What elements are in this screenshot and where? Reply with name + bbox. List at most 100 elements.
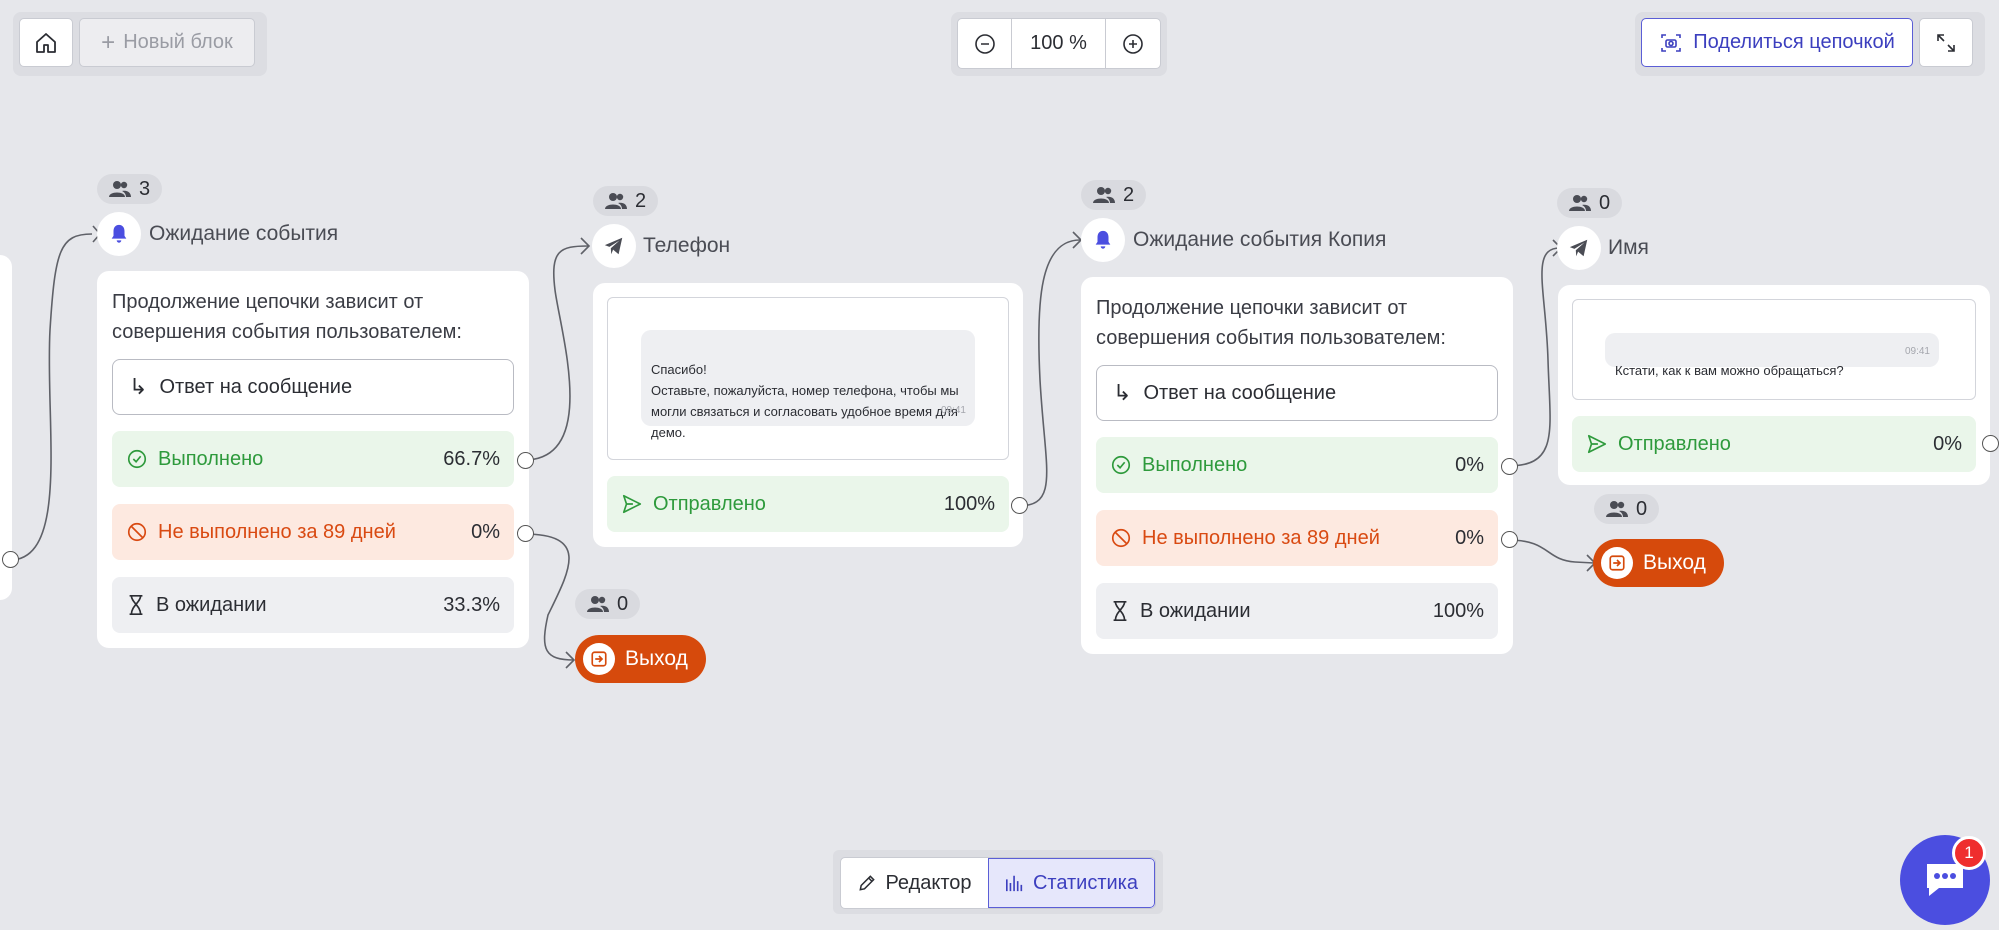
wait1-done-value: 66.7% (443, 447, 500, 470)
reply-arrow-icon: ↳ (1113, 380, 1132, 405)
name-user-count: 0 (1557, 188, 1623, 218)
users-icon (605, 193, 627, 209)
name-sent-port[interactable] (1982, 435, 1999, 452)
wait2-condition-text: Продолжение цепочки зависит от совершени… (1096, 297, 1446, 349)
name-count-value: 0 (1599, 191, 1611, 214)
hourglass-icon (1113, 601, 1127, 621)
home-icon (36, 32, 56, 53)
wait1-type-icon (97, 212, 141, 256)
previous-node-port[interactable] (2, 551, 19, 568)
reply-arrow-icon: ↳ (129, 374, 148, 399)
wait1-event-box[interactable]: ↳ Ответ на сообщение (112, 359, 514, 415)
mode-switcher-group: Редактор Статистика (840, 857, 1156, 909)
share-chain-label: Поделиться цепочкой (1693, 31, 1895, 53)
zoom-in-button[interactable] (1106, 19, 1160, 68)
stats-tab[interactable]: Статистика (988, 858, 1155, 908)
send-icon (1587, 434, 1607, 454)
users-icon (587, 596, 609, 612)
mode-switcher: Редактор Статистика (833, 850, 1163, 914)
phone-count-value: 2 (635, 189, 647, 212)
exit2-count-value: 0 (1636, 497, 1648, 520)
right-toolbar: Поделиться цепочкой (1635, 12, 1985, 76)
wait1-fail-row: Не выполнено за 89 дней 0% (112, 504, 514, 560)
wait2-wait-value: 100% (1432, 599, 1484, 622)
phone-message-time: 09:41 (940, 405, 966, 416)
users-icon (1093, 187, 1115, 203)
wait2-wait-row: В ожидании 100% (1096, 583, 1498, 639)
expand-icon (1937, 33, 1955, 52)
wait2-event-label: Ответ на сообщение (1143, 381, 1337, 404)
wait1-title: Ожидание события (149, 222, 339, 245)
wait2-user-count: 2 (1081, 180, 1147, 210)
phone-user-count: 2 (593, 186, 659, 216)
left-toolbar: + Новый блок (13, 12, 267, 76)
send-icon (622, 494, 642, 514)
phone-type-icon (592, 224, 636, 268)
name-title: Имя (1608, 236, 1649, 259)
ban-icon (127, 522, 147, 542)
exit1-count-value: 0 (617, 592, 629, 615)
exit-icon (1601, 547, 1633, 579)
wait2-count-value: 2 (1123, 183, 1135, 206)
wait1-fail-label: Не выполнено за 89 дней (158, 520, 396, 543)
name-sent-label: Отправлено (1618, 432, 1731, 455)
exit2-block[interactable]: Выход (1593, 539, 1724, 587)
phone-card[interactable]: Спасибо! Оставьте, пожалуйста, номер тел… (593, 283, 1023, 547)
fullscreen-button[interactable] (1919, 18, 1973, 67)
wait1-wait-label: В ожидании (156, 593, 267, 616)
zoom-group: 100 % (957, 18, 1161, 69)
wait1-fail-port[interactable] (517, 525, 534, 542)
pencil-icon (859, 875, 876, 891)
minus-circle-icon (974, 33, 995, 54)
wait2-wait-label: В ожидании (1140, 599, 1251, 622)
home-button[interactable] (19, 18, 73, 67)
bar-chart-icon (1005, 875, 1023, 892)
bell-icon (1095, 230, 1111, 249)
wait1-card[interactable]: Продолжение цепочки зависит от совершени… (97, 271, 529, 648)
wait2-type-icon (1081, 218, 1125, 262)
wait2-fail-label: Не выполнено за 89 дней (1142, 526, 1380, 549)
wait1-condition-text: Продолжение цепочки зависит от совершени… (112, 291, 462, 343)
wait1-done-row: Выполнено 66.7% (112, 431, 514, 487)
new-block-label: Новый блок (123, 31, 233, 53)
users-icon (1569, 195, 1591, 211)
phone-sent-label: Отправлено (653, 492, 766, 515)
name-card[interactable]: Кстати, как к вам можно обращаться? 09:4… (1558, 285, 1990, 485)
wait1-done-port[interactable] (517, 452, 534, 469)
name-type-icon (1557, 226, 1601, 270)
phone-sent-value: 100% (943, 492, 995, 515)
exit1-block[interactable]: Выход (575, 635, 706, 683)
wait1-wait-row: В ожидании 33.3% (112, 577, 514, 633)
users-icon (1606, 501, 1628, 517)
wait2-done-row: Выполнено 0% (1096, 437, 1498, 493)
zoom-out-button[interactable] (958, 19, 1012, 68)
name-message-bubble: Кстати, как к вам можно обращаться? 09:4… (1605, 333, 1939, 378)
editor-tab-label: Редактор (885, 871, 972, 894)
zoom-toolbar: 100 % (951, 12, 1167, 76)
phone-sent-port[interactable] (1011, 497, 1028, 514)
phone-sent-row: Отправлено 100% (607, 476, 1009, 532)
name-sent-row: Отправлено 0% (1572, 416, 1976, 472)
camera-share-icon (1661, 33, 1682, 52)
share-chain-button[interactable]: Поделиться цепочкой (1641, 18, 1913, 67)
wait1-wait-value: 33.3% (443, 593, 500, 616)
name-sent-value: 0% (1933, 432, 1962, 455)
plus-circle-icon (1123, 33, 1143, 54)
wait2-fail-port[interactable] (1501, 531, 1518, 548)
wait1-fail-value: 0% (471, 520, 500, 543)
wait1-count-value: 3 (139, 177, 151, 200)
new-block-button[interactable]: + Новый блок (79, 18, 255, 67)
check-circle-icon (1111, 455, 1131, 475)
exit1-user-count: 0 (575, 589, 641, 619)
plus-icon: + (101, 28, 116, 56)
wait2-event-box[interactable]: ↳ Ответ на сообщение (1096, 365, 1498, 421)
zoom-level: 100 % (1012, 19, 1106, 68)
hourglass-icon (129, 595, 143, 615)
wait1-event-label: Ответ на сообщение (159, 375, 353, 398)
phone-title: Телефон (643, 234, 731, 257)
editor-tab[interactable]: Редактор (841, 858, 988, 908)
wait2-done-port[interactable] (1501, 458, 1518, 475)
users-icon (109, 181, 131, 197)
wait2-card[interactable]: Продолжение цепочки зависит от совершени… (1081, 277, 1513, 654)
previous-node-card[interactable] (0, 255, 12, 600)
